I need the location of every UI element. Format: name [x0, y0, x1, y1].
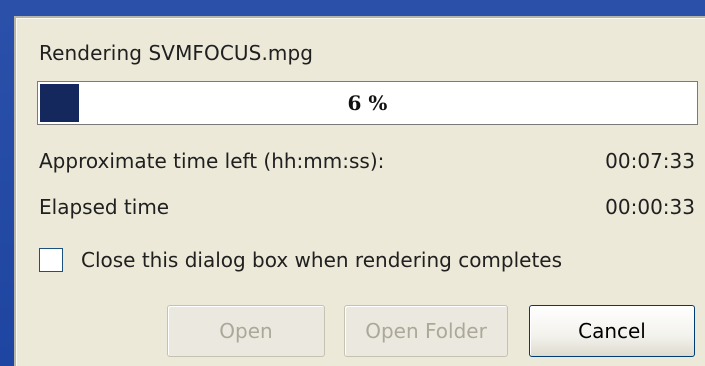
render-progress-dialog: Rendering SVMFOCUS.mpg 6 % Approximate t… [16, 18, 705, 366]
time-left-label: Approximate time left (hh:mm:ss): [39, 149, 385, 173]
rendering-file-label: Rendering SVMFOCUS.mpg [39, 41, 314, 65]
close-when-done-row: Close this dialog box when rendering com… [39, 247, 562, 273]
elapsed-time-row: Elapsed time 00:00:33 [39, 195, 695, 221]
close-when-done-label[interactable]: Close this dialog box when rendering com… [81, 248, 562, 272]
cancel-button[interactable]: Cancel [529, 305, 695, 357]
dialog-frame: Rendering SVMFOCUS.mpg 6 % Approximate t… [14, 16, 705, 366]
open-folder-button[interactable]: Open Folder [344, 305, 508, 357]
close-when-done-checkbox[interactable] [39, 248, 63, 272]
render-progress-bar: 6 % [37, 81, 698, 125]
time-left-row: Approximate time left (hh:mm:ss): 00:07:… [39, 149, 695, 175]
elapsed-time-label: Elapsed time [39, 195, 170, 219]
progress-percent-label: 6 % [347, 91, 388, 115]
time-left-value: 00:07:33 [605, 149, 695, 173]
open-button[interactable]: Open [167, 305, 325, 357]
elapsed-time-value: 00:00:33 [605, 195, 695, 219]
